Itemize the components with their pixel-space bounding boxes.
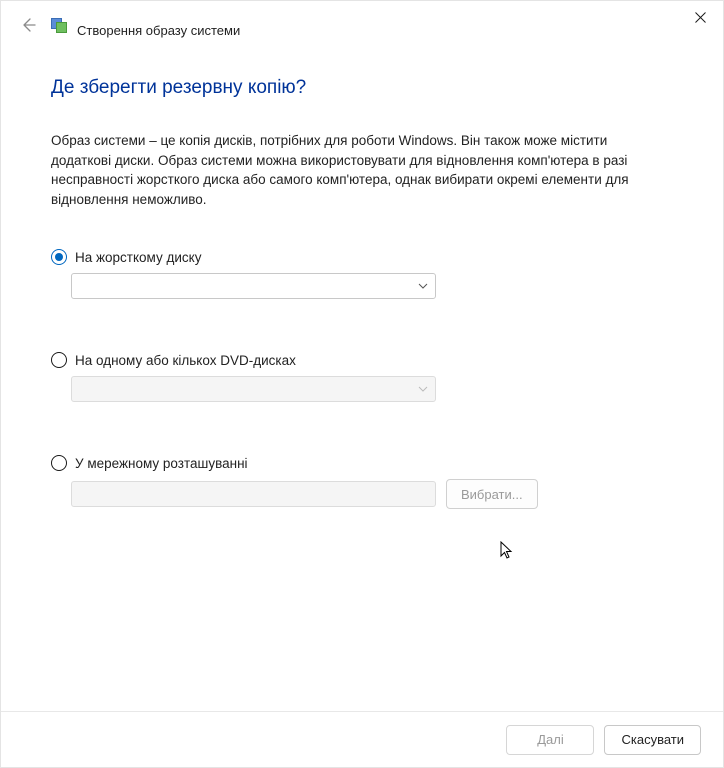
radio-hard-disk-label[interactable]: На жорсткому диску (75, 250, 201, 265)
close-button[interactable] (677, 1, 723, 33)
system-image-icon (51, 16, 69, 34)
titlebar: Створення образу системи (1, 1, 723, 49)
footer: Далі Скасувати (1, 711, 723, 767)
radio-network-label[interactable]: У мережному розташуванні (75, 456, 248, 471)
radio-network[interactable] (51, 455, 67, 471)
radio-dvd-label[interactable]: На одному або кількох DVD-дисках (75, 353, 296, 368)
network-path-input (71, 481, 436, 507)
hard-disk-select[interactable] (71, 273, 436, 299)
content-area: Де зберегти резервну копію? Образ систем… (1, 49, 723, 509)
cursor-icon (500, 541, 515, 566)
radio-hard-disk[interactable] (51, 249, 67, 265)
page-heading: Де зберегти резервну копію? (51, 77, 673, 99)
radio-dvd[interactable] (51, 352, 67, 368)
page-description: Образ системи – це копія дисків, потрібн… (51, 131, 671, 209)
next-button: Далі (506, 725, 594, 755)
cancel-button[interactable]: Скасувати (604, 725, 701, 755)
dvd-select (71, 376, 436, 402)
option-network: У мережному розташуванні Вибрати... (51, 455, 673, 509)
back-button[interactable] (13, 10, 43, 40)
option-dvd: На одному або кількох DVD-дисках (51, 352, 673, 407)
browse-button: Вибрати... (446, 479, 538, 509)
window-title: Створення образу системи (77, 23, 240, 38)
option-hard-disk: На жорсткому диску (51, 249, 673, 304)
